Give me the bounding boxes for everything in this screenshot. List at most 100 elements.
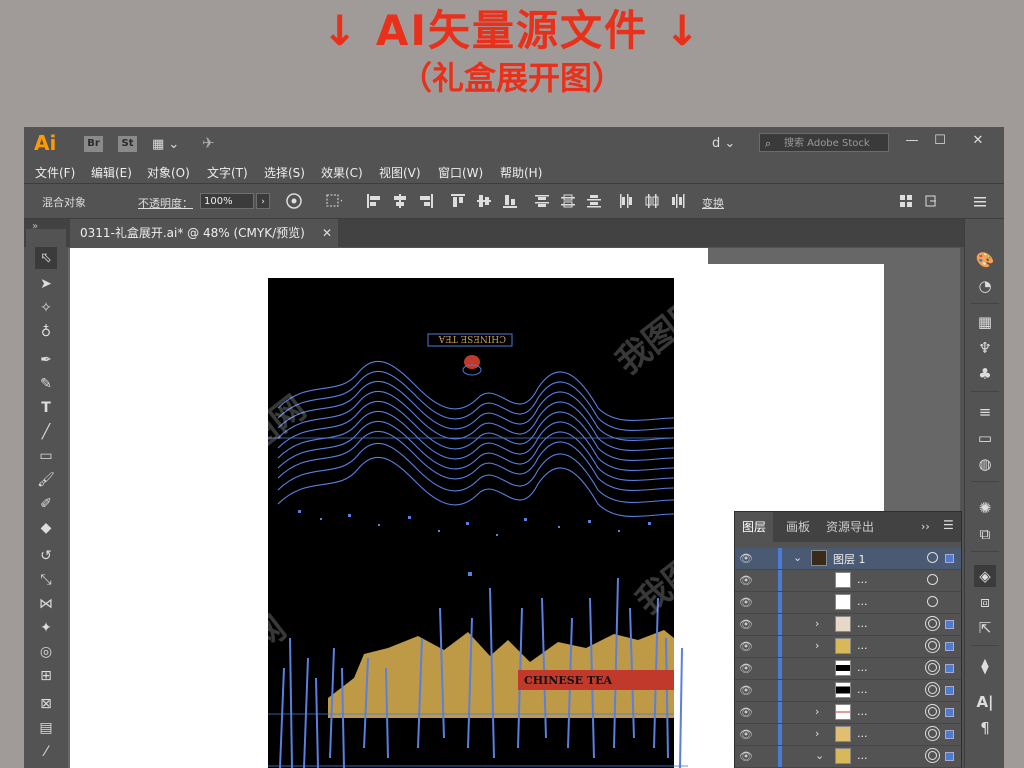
sublayer-row[interactable]: 👁 › ... [735,636,961,658]
visibility-eye-icon[interactable]: 👁 [739,728,753,741]
align-right-icon[interactable] [418,193,434,209]
sublayer-row[interactable]: 👁 › ... [735,702,961,724]
visibility-eye-icon[interactable]: 👁 [739,662,753,675]
chevron-right-icon[interactable]: › [815,617,819,630]
panel-menu-icon[interactable]: ☰ [943,518,954,532]
selection-square-icon[interactable] [945,664,954,673]
target-circle-icon[interactable] [928,685,937,694]
chevron-right-icon[interactable]: › [815,705,819,718]
menu-help[interactable]: 帮助(H) [500,164,542,181]
workspace-user[interactable]: d ⌄ [712,136,735,151]
sublayer-name[interactable]: ... [857,639,868,652]
paragraph-icon[interactable]: ¶ [974,717,996,739]
sublayer-row[interactable]: 👁 ... [735,680,961,702]
sublayer-name[interactable]: ... [857,705,868,718]
visibility-eye-icon[interactable]: 👁 [739,750,753,763]
visibility-eye-icon[interactable]: 👁 [739,618,753,631]
distribute-right-icon[interactable] [670,193,686,209]
document-tab[interactable]: 0311-礼盒展开.ai* @ 48% (CMYK/预览) ✕ [70,219,338,247]
brushes-icon[interactable]: ♆ [974,337,996,359]
selection-square-icon[interactable] [945,730,954,739]
asset-export-icon[interactable]: ⇱ [974,617,996,639]
minimize-button[interactable]: — [900,130,924,152]
sublayer-row[interactable]: 👁 › ... [735,724,961,746]
shaper-tool-icon[interactable]: ✐ [35,493,57,515]
selection-square-icon[interactable] [945,708,954,717]
target-circle-icon[interactable] [928,751,937,760]
target-circle-icon[interactable] [928,619,937,628]
chevron-right-icon[interactable]: › [815,727,819,740]
sublayer-row[interactable]: 👁 › ... [735,614,961,636]
links-icon[interactable]: ⧫ [974,655,996,677]
rectangle-tool-icon[interactable]: ▭ [35,445,57,467]
target-circle-icon[interactable] [927,574,938,585]
expand-panel-icon[interactable]: ›› [921,520,930,533]
sublayer-name[interactable]: ... [857,617,868,630]
visibility-eye-icon[interactable]: 👁 [739,574,753,587]
swatches-icon[interactable]: ▦ [974,311,996,333]
sublayer-row[interactable]: 👁 ... [735,658,961,680]
character-icon[interactable]: A| [974,691,996,713]
eyedropper-tool-icon[interactable]: ⁄ [35,741,57,763]
isolate-mode-icon[interactable] [924,193,940,209]
eraser-tool-icon[interactable]: ◆ [35,517,57,539]
transparency-icon[interactable]: ◍ [974,453,996,475]
tab-layers[interactable]: 图层 [735,512,774,542]
lasso-tool-icon[interactable]: ♁ [35,321,57,343]
target-circle-icon[interactable] [928,663,937,672]
gift-box-artwork[interactable]: CHINESE TEA CHINESE TEA [268,278,688,768]
opacity-dropdown-arrow[interactable]: › [256,193,270,209]
stroke-icon[interactable]: ≡ [974,401,996,423]
recolor-artwork-icon[interactable] [286,193,302,209]
selection-square-icon[interactable] [945,752,954,761]
gpu-performance-icon[interactable]: ✈ [202,134,215,152]
arrange-documents-icon[interactable] [898,193,914,209]
visibility-eye-icon[interactable]: 👁 [739,684,753,697]
sublayer-name[interactable]: ... [857,661,868,674]
visibility-eye-icon[interactable]: 👁 [739,640,753,653]
sublayer-name[interactable]: ... [857,727,868,740]
shape-builder-tool-icon[interactable]: ◎ [35,641,57,663]
menu-edit[interactable]: 编辑(E) [91,164,132,181]
tab-artboards[interactable]: 画板 [779,512,817,542]
selection-square-icon[interactable] [945,620,954,629]
tab-asset-export[interactable]: 资源导出 [819,512,881,542]
menu-object[interactable]: 对象(O) [147,164,190,181]
stock-search-input[interactable]: ⌕ 搜索 Adobe Stock [759,133,889,152]
distribute-left-icon[interactable] [618,193,634,209]
distribute-vertical-center-icon[interactable] [560,193,576,209]
perspective-grid-tool-icon[interactable]: ⊞ [35,665,57,687]
menu-type[interactable]: 文字(T) [207,164,248,181]
mesh-tool-icon[interactable]: ⊠ [35,693,57,715]
align-to-selection-icon[interactable] [326,193,342,209]
rotate-tool-icon[interactable]: ↺ [35,545,57,567]
type-tool-icon[interactable]: T [35,397,57,419]
selection-tool-icon[interactable]: ⬁ [35,247,57,269]
curvature-tool-icon[interactable]: ✎ [35,373,57,395]
sublayer-name[interactable]: ... [857,595,868,608]
workspace-switcher-icon[interactable]: ▦ ⌄ [152,137,179,152]
menu-select[interactable]: 选择(S) [264,164,305,181]
selection-square-icon[interactable] [945,642,954,651]
selection-square-icon[interactable] [945,686,954,695]
selection-square-icon[interactable] [945,554,954,563]
menu-window[interactable]: 窗口(W) [438,164,483,181]
menu-file[interactable]: 文件(F) [35,164,75,181]
direct-selection-tool-icon[interactable]: ➤ [35,273,57,295]
pen-tool-icon[interactable]: ✒ [35,349,57,371]
layer-name[interactable]: 图层 1 [833,551,866,567]
chevron-right-icon[interactable]: › [815,639,819,652]
gradient-panel-icon[interactable]: ▭ [974,427,996,449]
sublayer-name[interactable]: ... [857,573,868,586]
target-circle-icon[interactable] [927,552,938,563]
sublayer-row[interactable]: 👁 ... [735,592,961,614]
target-circle-icon[interactable] [928,641,937,650]
chevron-down-icon[interactable]: ⌄ [815,749,824,762]
chevron-down-icon[interactable]: ⌄ [793,551,802,564]
artboards-icon[interactable]: ⧈ [974,591,996,613]
distribute-bottom-icon[interactable] [586,193,602,209]
transform-link[interactable]: 变换 [702,195,724,211]
color-guide-icon[interactable]: ◔ [974,275,996,297]
layers-panel-icon[interactable]: ◈ [974,565,996,587]
visibility-eye-icon[interactable]: 👁 [739,552,753,565]
